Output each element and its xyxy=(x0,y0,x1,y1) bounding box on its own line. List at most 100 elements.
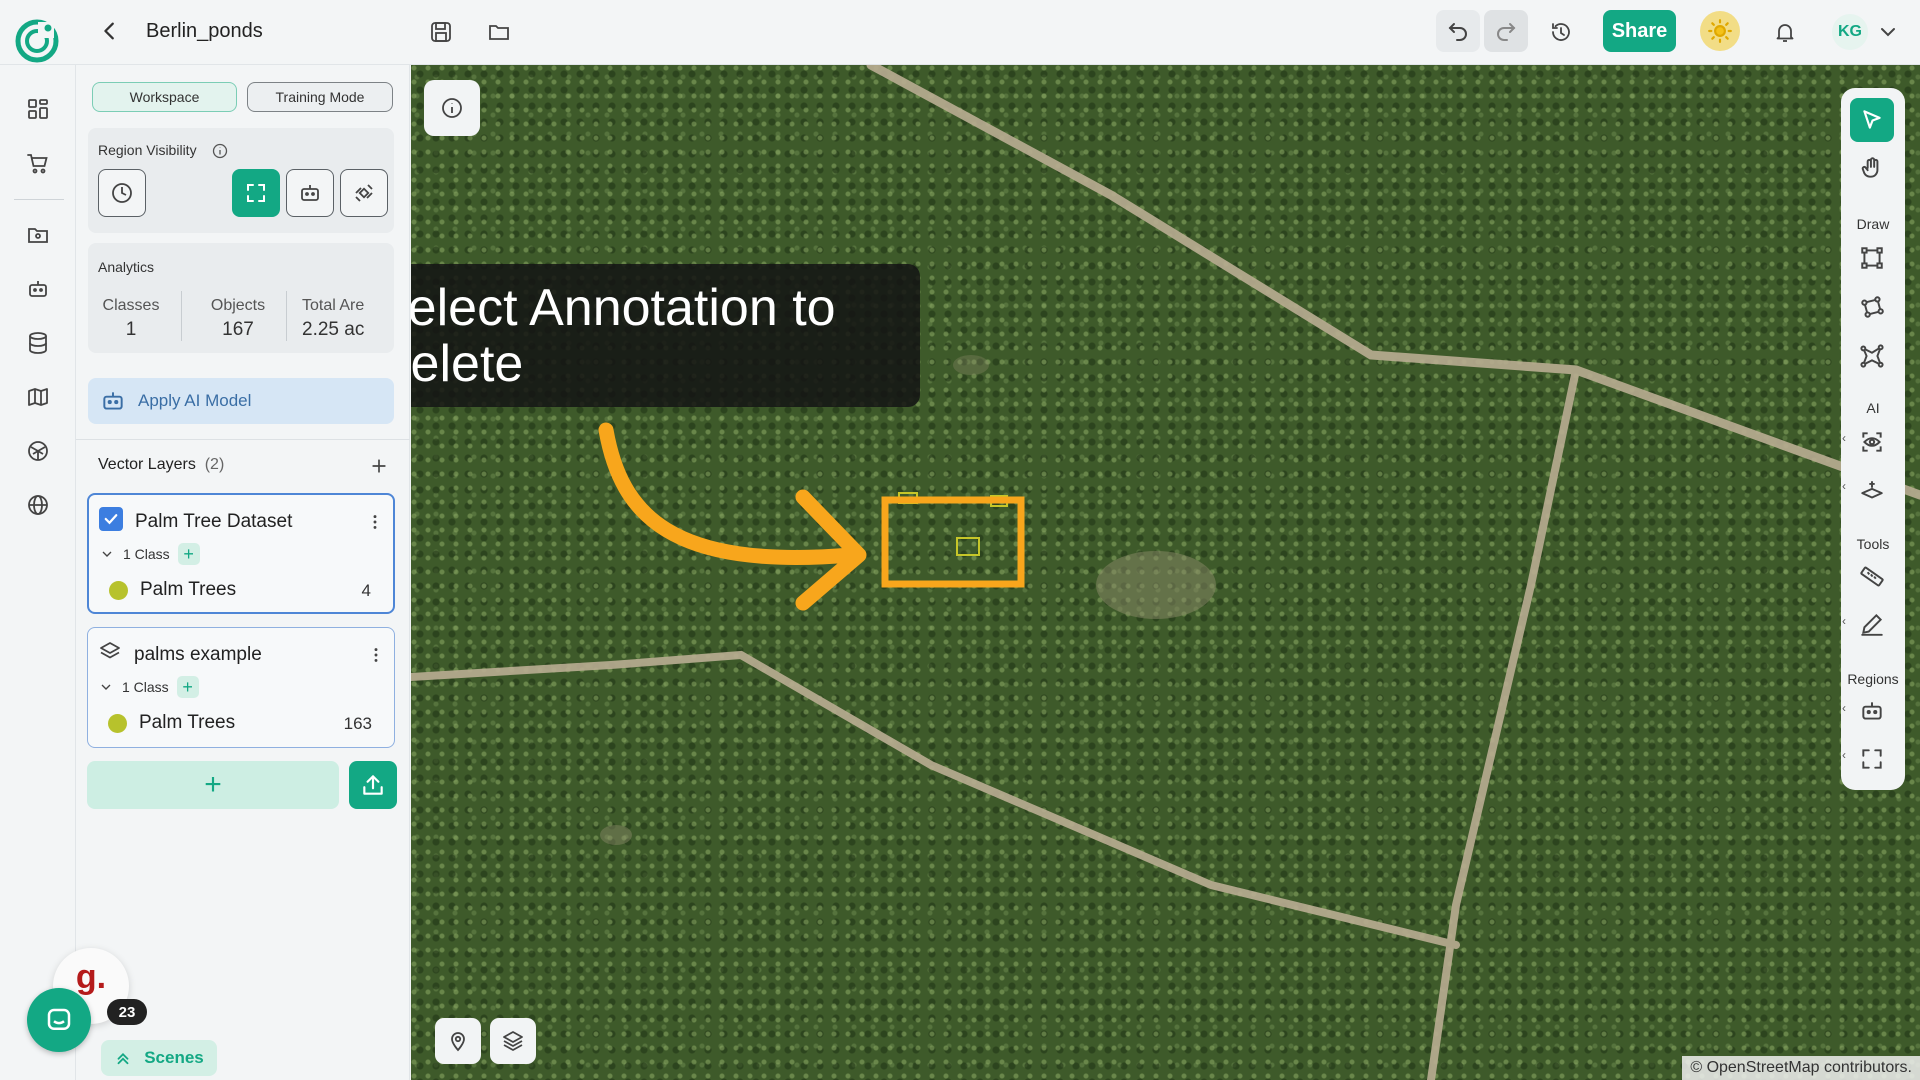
add-class-button[interactable]: + xyxy=(176,676,199,698)
robot-icon[interactable] xyxy=(24,275,52,303)
satellite-region-toggle[interactable] xyxy=(340,169,388,217)
layer-visibility-checkbox[interactable] xyxy=(99,507,123,531)
class-item[interactable]: Palm Trees xyxy=(109,579,236,601)
share-button[interactable]: Share xyxy=(1603,10,1676,52)
ai-segment-tool[interactable] xyxy=(1850,469,1894,513)
class-group-toggle[interactable]: 1 Class + xyxy=(98,676,199,698)
info-icon xyxy=(442,98,462,118)
class-item[interactable]: Palm Trees xyxy=(108,712,235,734)
upload-button[interactable] xyxy=(349,761,397,809)
kebab-menu-icon[interactable] xyxy=(366,642,386,668)
pen-tool[interactable] xyxy=(1850,602,1894,646)
add-class-button[interactable]: + xyxy=(177,543,200,565)
redo-button[interactable] xyxy=(1484,10,1528,52)
class-count-label: 1 Class xyxy=(123,546,170,562)
vector-layers-count: (2) xyxy=(204,456,225,473)
measure-tool[interactable] xyxy=(1850,554,1894,598)
map-icon[interactable] xyxy=(24,383,52,411)
bell-icon[interactable] xyxy=(1768,15,1802,49)
freehand-polygon-tool[interactable] xyxy=(1850,334,1894,378)
robot-icon xyxy=(103,392,123,410)
basemap-layers-button[interactable] xyxy=(490,1018,536,1064)
info-icon[interactable] xyxy=(212,143,228,159)
apply-ai-model-button[interactable]: Apply AI Model xyxy=(88,378,394,424)
training-mode-tab[interactable]: Training Mode xyxy=(247,82,393,112)
chevron-left-icon[interactable]: ‹ xyxy=(1842,748,1846,762)
region-visibility-card: Region Visibility xyxy=(88,128,394,233)
polygon-icon xyxy=(1861,296,1884,318)
fullscreen-region-toggle[interactable] xyxy=(232,169,280,217)
dashboard-icon[interactable] xyxy=(24,95,52,123)
tools-section-label: Tools xyxy=(1856,536,1890,552)
add-vector-layer-button[interactable] xyxy=(366,453,392,479)
select-tool[interactable] xyxy=(1850,98,1894,142)
chevron-left-icon[interactable]: ‹ xyxy=(1842,614,1846,628)
chevron-down-icon[interactable] xyxy=(1876,20,1900,44)
chevron-left-icon[interactable]: ‹ xyxy=(1842,431,1846,445)
stat-divider xyxy=(286,291,287,341)
ruler-icon xyxy=(1860,566,1884,587)
map-canvas[interactable]: Select Annotation to Delete © OpenStreet… xyxy=(411,65,1920,1080)
avatar[interactable]: KG xyxy=(1832,14,1868,50)
analytics-card: Analytics Classes 1 Objects 167 Total Ar… xyxy=(88,243,394,353)
layer-name[interactable]: Palm Tree Dataset xyxy=(135,511,292,533)
pan-tool[interactable] xyxy=(1850,146,1894,190)
pen-icon xyxy=(1861,613,1883,636)
class-object-count: 4 xyxy=(361,581,371,600)
class-group-toggle[interactable]: 1 Class + xyxy=(99,543,200,565)
location-pin-button[interactable] xyxy=(435,1018,481,1064)
ai-section-label: AI xyxy=(1866,400,1880,416)
notification-count-badge: 23 xyxy=(107,999,147,1025)
database-icon[interactable] xyxy=(24,329,52,357)
ai-detect-tool[interactable] xyxy=(1850,420,1894,464)
time-region-toggle[interactable] xyxy=(98,169,146,217)
robot-region-toggle[interactable] xyxy=(286,169,334,217)
region-frame-tool[interactable] xyxy=(1850,737,1894,781)
save-icon[interactable] xyxy=(424,15,458,49)
kebab-menu-icon[interactable] xyxy=(365,509,385,535)
workspace-tab[interactable]: Workspace xyxy=(92,82,237,112)
stat-objects: Objects 167 xyxy=(210,297,266,340)
sun-icon[interactable] xyxy=(1700,11,1740,51)
layers-icon[interactable] xyxy=(98,640,124,666)
class-name: Palm Trees xyxy=(139,712,236,733)
folder-icon[interactable] xyxy=(482,15,516,49)
polygon-draw-tool[interactable] xyxy=(1850,285,1894,329)
vector-layer-card[interactable]: Palm Tree Dataset 1 Class + Palm Trees 4 xyxy=(87,493,395,614)
vector-layer-card[interactable]: palms example 1 Class + Palm Trees 163 xyxy=(87,627,395,748)
project-title[interactable]: Berlin_ponds xyxy=(146,20,263,43)
map-attribution[interactable]: © OpenStreetMap contributors. xyxy=(1682,1056,1920,1080)
cart-icon[interactable] xyxy=(24,149,52,177)
back-button[interactable] xyxy=(96,16,124,46)
layers-icon xyxy=(503,1031,523,1051)
scenes-label: Scenes xyxy=(144,1048,204,1067)
region-visibility-label: Region Visibility xyxy=(98,142,197,158)
class-count-label: 1 Class xyxy=(122,679,169,695)
globe-icon[interactable] xyxy=(24,491,52,519)
upload-icon xyxy=(363,775,383,795)
chat-icon xyxy=(47,1008,71,1030)
top-bar: Berlin_ponds Share KG xyxy=(0,0,1920,65)
add-layer-button[interactable]: + xyxy=(87,761,339,809)
undo-button[interactable] xyxy=(1436,10,1480,52)
left-nav-rail xyxy=(0,65,76,1080)
chat-support-button[interactable] xyxy=(27,988,91,1052)
folder-image-icon[interactable] xyxy=(24,221,52,249)
map-tool-palette: Draw AI ‹ ‹ Tools ‹ Regions ‹ ‹ xyxy=(1841,88,1905,790)
map-info-button[interactable] xyxy=(424,80,480,136)
tutorial-tooltip: Select Annotation to Delete xyxy=(411,264,920,407)
history-icon[interactable] xyxy=(1544,15,1578,49)
app-logo-icon[interactable] xyxy=(14,18,60,64)
ai-eye-icon xyxy=(1862,432,1882,452)
stat-divider xyxy=(181,291,182,341)
vector-layers-title: Vector Layers (2) xyxy=(98,456,225,473)
rectangle-draw-tool[interactable] xyxy=(1850,236,1894,280)
class-object-count: 163 xyxy=(343,714,372,733)
globe-grid-icon[interactable] xyxy=(24,437,52,465)
class-name: Palm Trees xyxy=(140,579,237,600)
chevron-left-icon[interactable]: ‹ xyxy=(1842,701,1846,715)
chevron-left-icon[interactable]: ‹ xyxy=(1842,479,1846,493)
region-robot-tool[interactable] xyxy=(1850,689,1894,733)
scenes-button[interactable]: Scenes xyxy=(101,1040,217,1076)
layer-name[interactable]: palms example xyxy=(134,644,262,666)
